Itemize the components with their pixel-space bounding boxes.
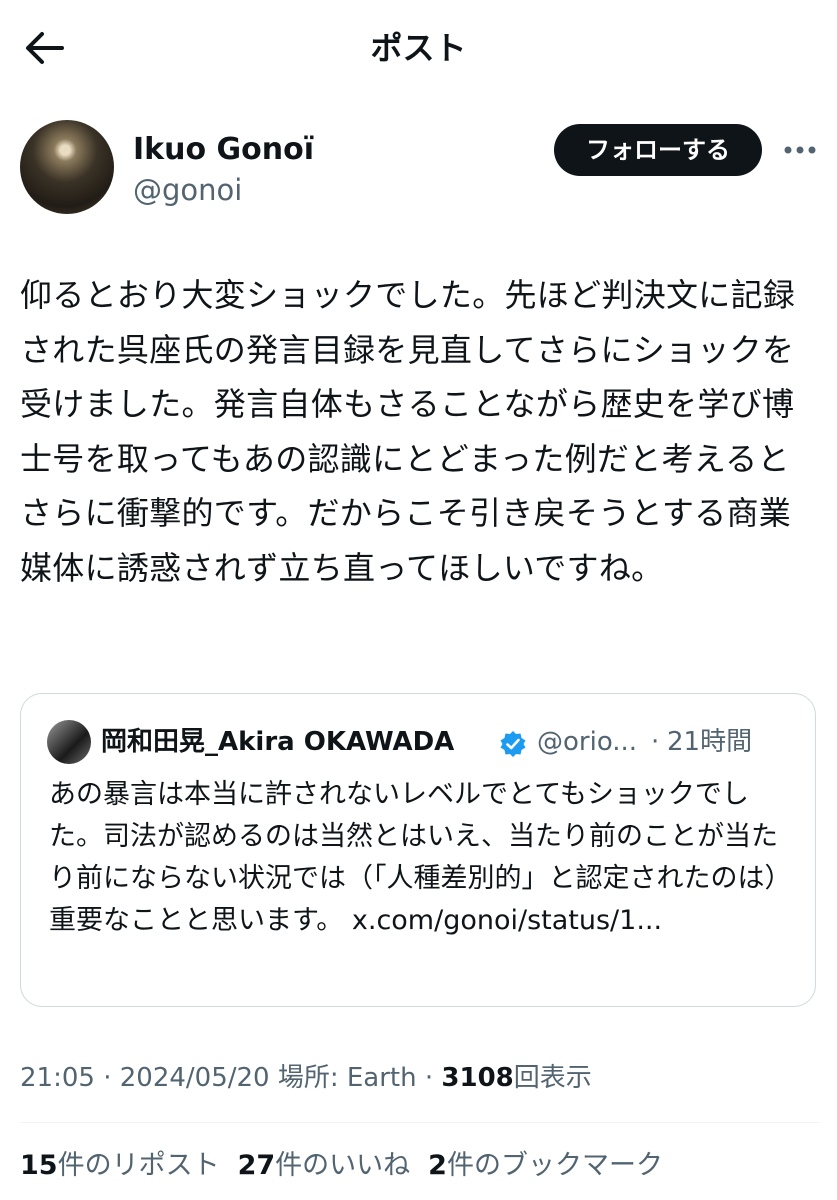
view-count: 3108 xyxy=(441,1063,514,1093)
quoted-avatar[interactable] xyxy=(47,720,91,764)
author-display-name[interactable]: Ikuo Gonoï xyxy=(133,130,314,170)
repost-label: 件のリポスト xyxy=(57,1150,220,1181)
likes-stat[interactable]: 27件のいいね xyxy=(238,1146,411,1186)
post-author: Ikuo Gonoï @gonoi フォローする xyxy=(20,120,820,220)
top-bar: ポスト xyxy=(0,0,837,96)
post-time[interactable]: 21:05 xyxy=(20,1063,95,1093)
separator-dot: · xyxy=(651,727,660,757)
engagement-stats: 15件のリポスト 27件のいいね 2件のブックマーク xyxy=(20,1146,681,1186)
avatar[interactable] xyxy=(20,120,114,214)
divider xyxy=(20,1122,820,1123)
post-metadata: 21:05 · 2024/05/20 場所: Earth · 3108回表示 xyxy=(20,1063,592,1093)
post-body: 仰るとおり大変ショックでした。先ほど判決文に記録された呉座氏の発言目録を見直して… xyxy=(20,276,796,587)
quoted-handle: @orio... xyxy=(537,727,638,757)
post-date[interactable]: 2024/05/20 xyxy=(120,1063,270,1093)
quoted-timestamp: 21時間 xyxy=(667,727,753,757)
bookmark-label: 件のブックマーク xyxy=(446,1150,663,1181)
verified-badge-icon xyxy=(500,731,526,757)
page-title: ポスト xyxy=(370,29,467,67)
like-count: 27 xyxy=(237,1150,276,1181)
bookmark-count: 2 xyxy=(428,1150,447,1181)
bookmarks-stat[interactable]: 2件のブックマーク xyxy=(428,1146,663,1186)
quoted-body: あの暴言は本当に許されないレベルでとてもショックでした。司法が認めるのは当然とは… xyxy=(49,779,778,936)
like-label: 件のいいね xyxy=(275,1150,411,1181)
more-icon xyxy=(784,146,816,154)
quoted-display-name: 岡和田晃_Akira OKAWADA xyxy=(101,727,455,757)
view-count-label: 回表示 xyxy=(513,1063,592,1093)
more-button[interactable] xyxy=(780,138,820,162)
quoted-post[interactable]: 岡和田晃_Akira OKAWADA @orio... · 21時間 あの暴言は… xyxy=(20,693,816,1007)
post-location: 場所: Earth xyxy=(277,1063,417,1093)
reposts-stat[interactable]: 15件のリポスト xyxy=(20,1146,220,1186)
repost-count: 15 xyxy=(20,1150,58,1181)
follow-button[interactable]: フォローする xyxy=(554,124,762,176)
author-handle[interactable]: @gonoi xyxy=(133,170,242,210)
